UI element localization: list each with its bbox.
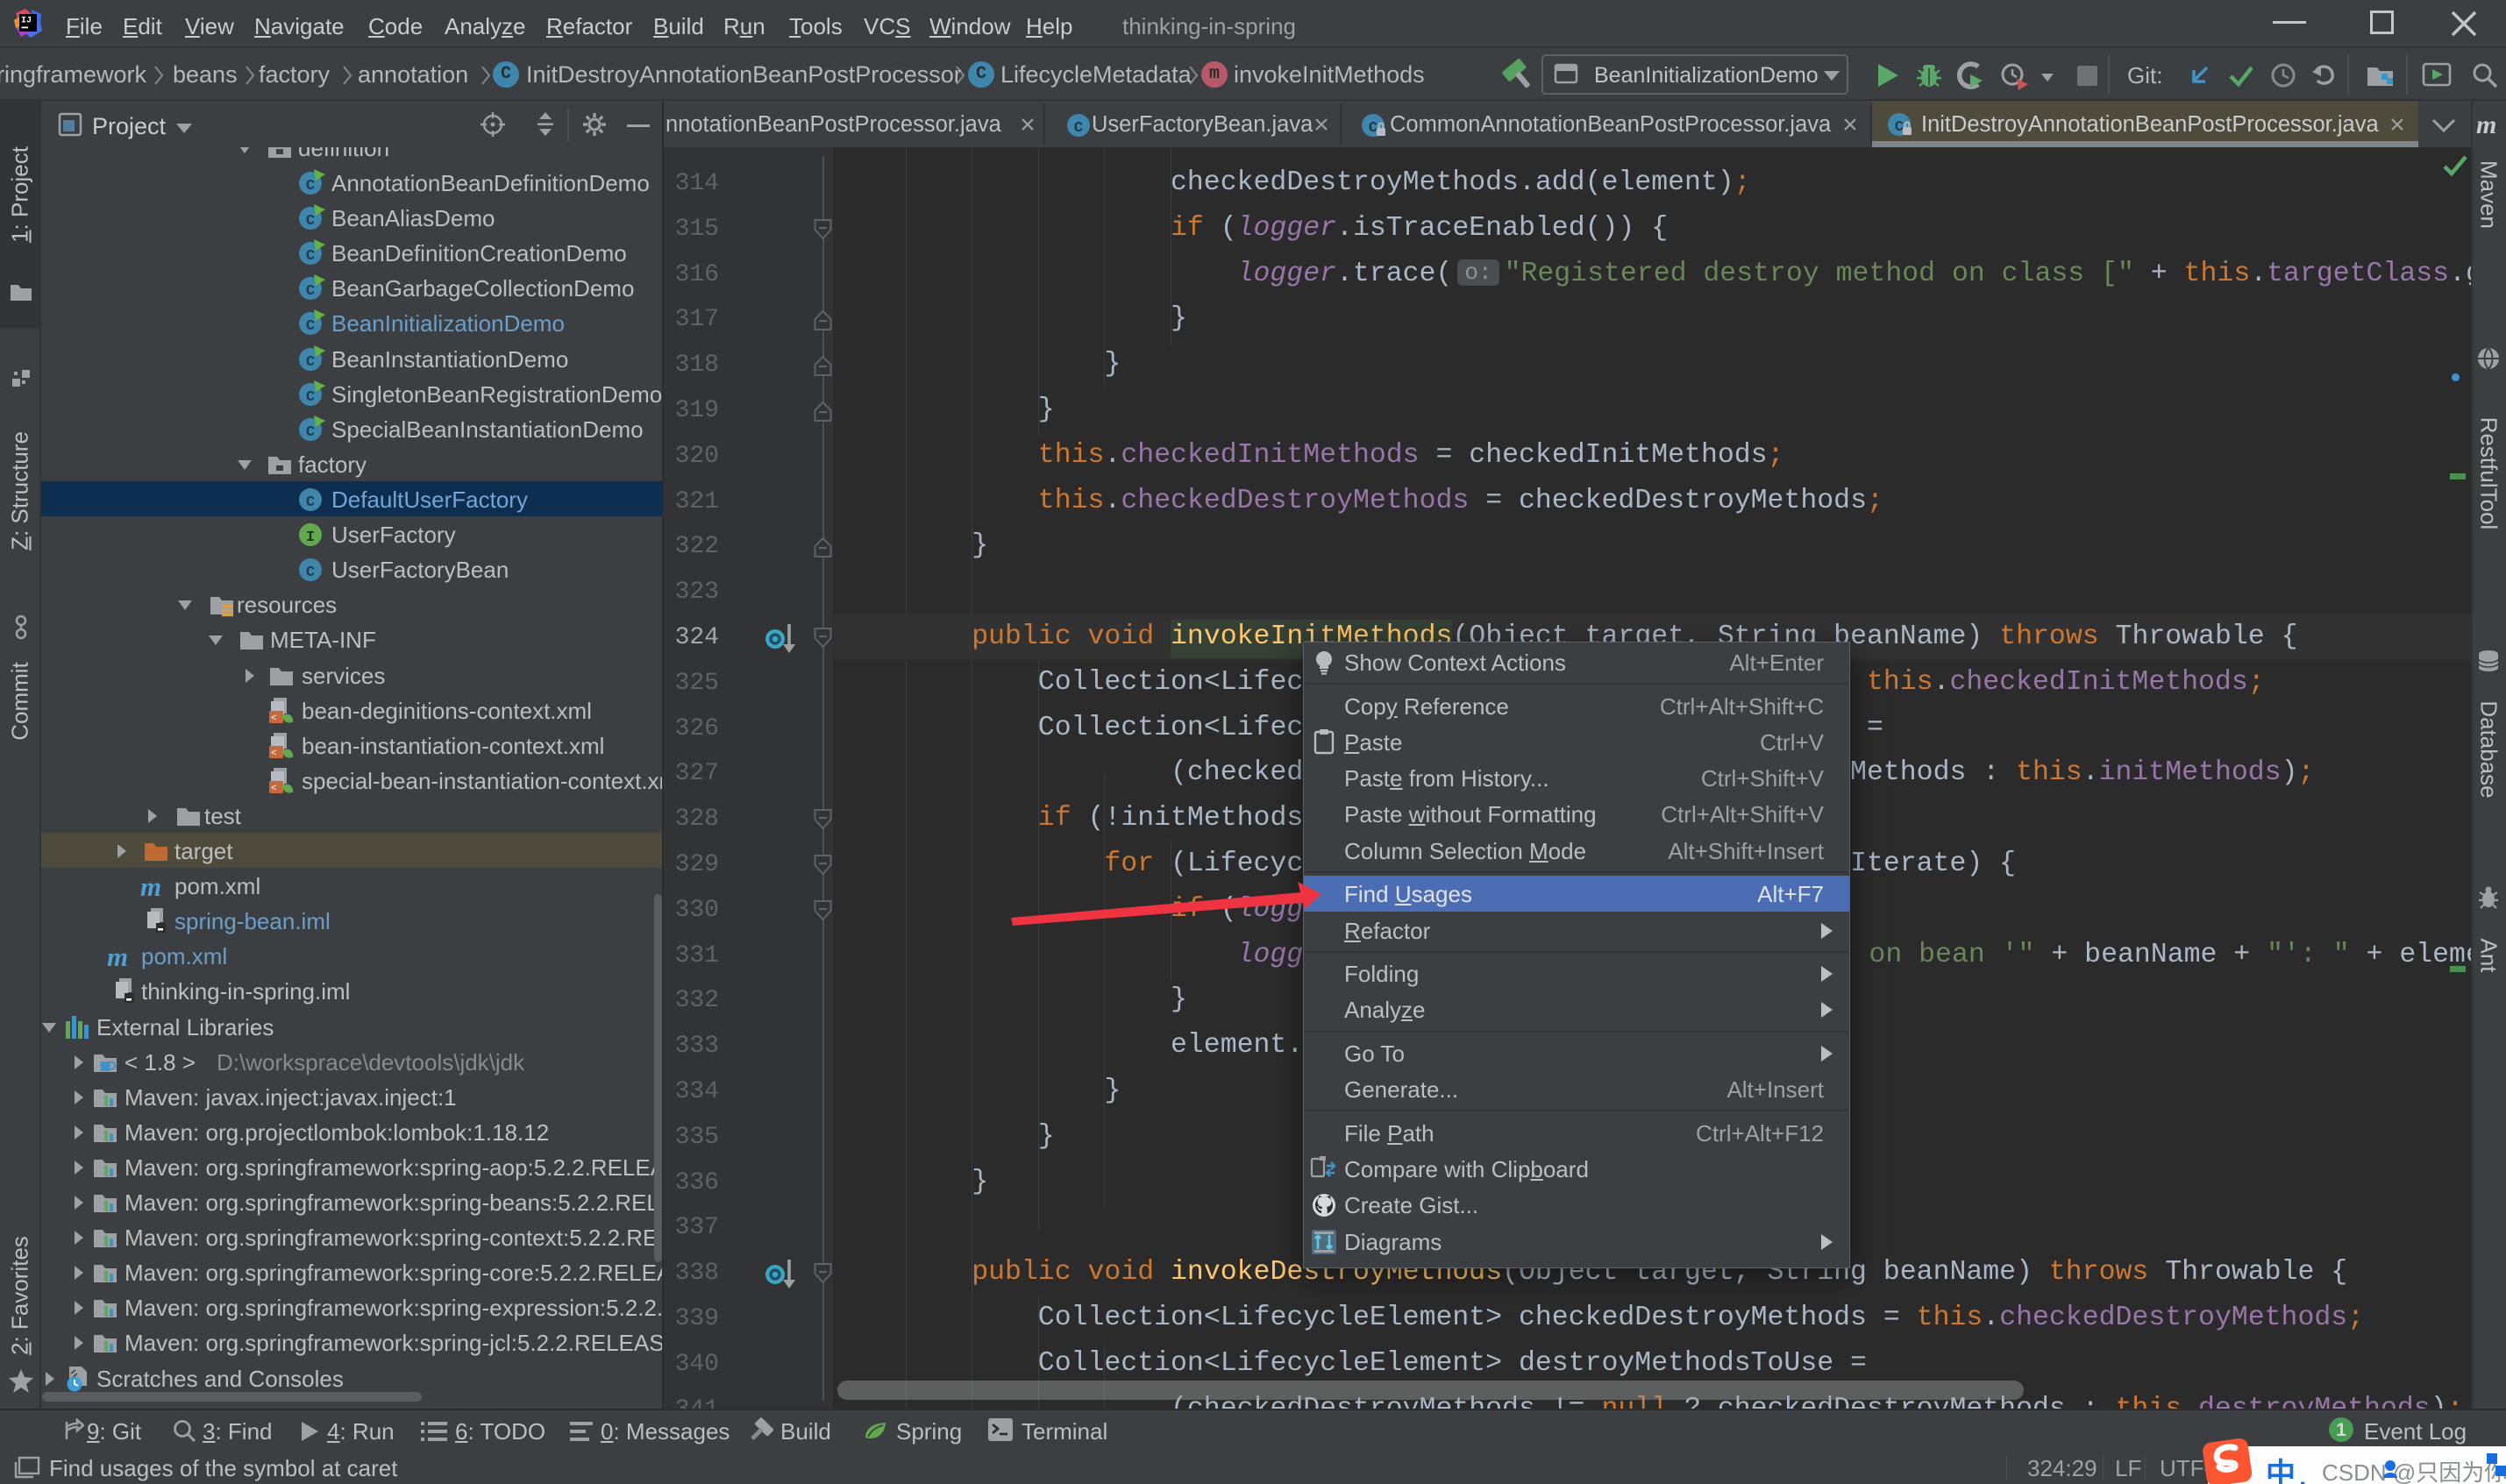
svg-text:C: C — [306, 494, 315, 511]
svg-text:<: < — [271, 749, 277, 759]
svg-text:IJ: IJ — [21, 17, 32, 26]
svg-text:C: C — [306, 283, 315, 300]
svg-text:C: C — [306, 248, 315, 265]
svg-text:C: C — [306, 424, 315, 441]
svg-text:C: C — [306, 178, 315, 195]
svg-text:C: C — [1074, 120, 1083, 137]
svg-text:C: C — [306, 564, 315, 581]
svg-text:C: C — [1895, 119, 1904, 136]
svg-text:C: C — [1369, 120, 1378, 137]
svg-text:<: < — [271, 714, 277, 724]
svg-text:C: C — [306, 318, 315, 335]
svg-text:<: < — [271, 784, 277, 794]
svg-text:C: C — [306, 389, 315, 406]
svg-text:I: I — [306, 529, 315, 546]
svg-text:C: C — [306, 213, 315, 230]
svg-text:C: C — [306, 354, 315, 371]
